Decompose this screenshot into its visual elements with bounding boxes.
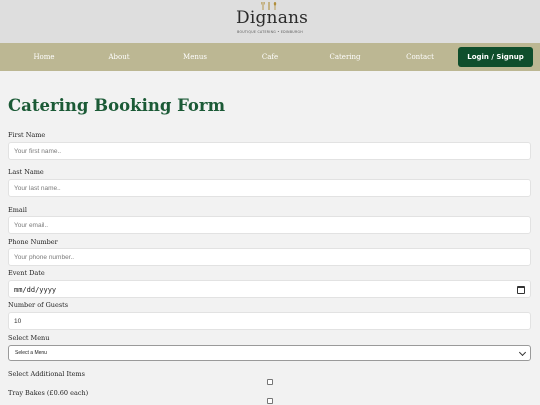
brand-logo[interactable]: Dignans BOUTIQUE CATERING • EDINBURGH: [236, 2, 309, 42]
first-name-label: First Name: [8, 131, 46, 139]
brand-tagline: BOUTIQUE CATERING • EDINBURGH: [237, 30, 303, 34]
login-signup-button[interactable]: Login / Signup: [458, 47, 533, 67]
nav-item-contact[interactable]: Contact: [400, 43, 440, 71]
phone-field[interactable]: [8, 248, 531, 266]
guests-field[interactable]: [8, 312, 531, 330]
nav-item-about[interactable]: About: [99, 43, 139, 71]
tray-bakes-checkbox[interactable]: [267, 398, 273, 404]
page-title: Catering Booking Form: [8, 96, 226, 115]
last-name-field[interactable]: [8, 179, 531, 197]
first-name-field[interactable]: [8, 142, 531, 160]
additional-items-label: Select Additional Items: [8, 370, 85, 378]
nav-item-cafe[interactable]: Cafe: [250, 43, 290, 71]
phone-label: Phone Number: [8, 238, 58, 246]
calendar-icon[interactable]: [517, 286, 525, 294]
event-date-field[interactable]: mm/dd/yyyy: [8, 280, 531, 298]
brand-name: Dignans: [236, 8, 309, 28]
chevron-down-icon: [518, 348, 527, 357]
nav-item-menus[interactable]: Menus: [175, 43, 215, 71]
nav-item-home[interactable]: Home: [24, 43, 64, 71]
last-name-label: Last Name: [8, 168, 44, 176]
site-header: Dignans BOUTIQUE CATERING • EDINBURGH: [0, 0, 540, 43]
event-date-label: Event Date: [8, 269, 45, 277]
tray-bakes-label: Tray Bakes (£0.60 each): [8, 389, 89, 397]
event-date-placeholder: mm/dd/yyyy: [14, 286, 57, 294]
menu-select-value: Select a Menu: [15, 350, 47, 356]
email-label: Email: [8, 206, 27, 214]
nav-item-catering[interactable]: Catering: [322, 43, 368, 71]
email-field[interactable]: [8, 216, 531, 234]
menu-select[interactable]: Select a Menu: [8, 345, 531, 361]
menu-label: Select Menu: [8, 334, 50, 342]
additional-item-checkbox[interactable]: [267, 379, 273, 385]
guests-label: Number of Guests: [8, 301, 69, 309]
